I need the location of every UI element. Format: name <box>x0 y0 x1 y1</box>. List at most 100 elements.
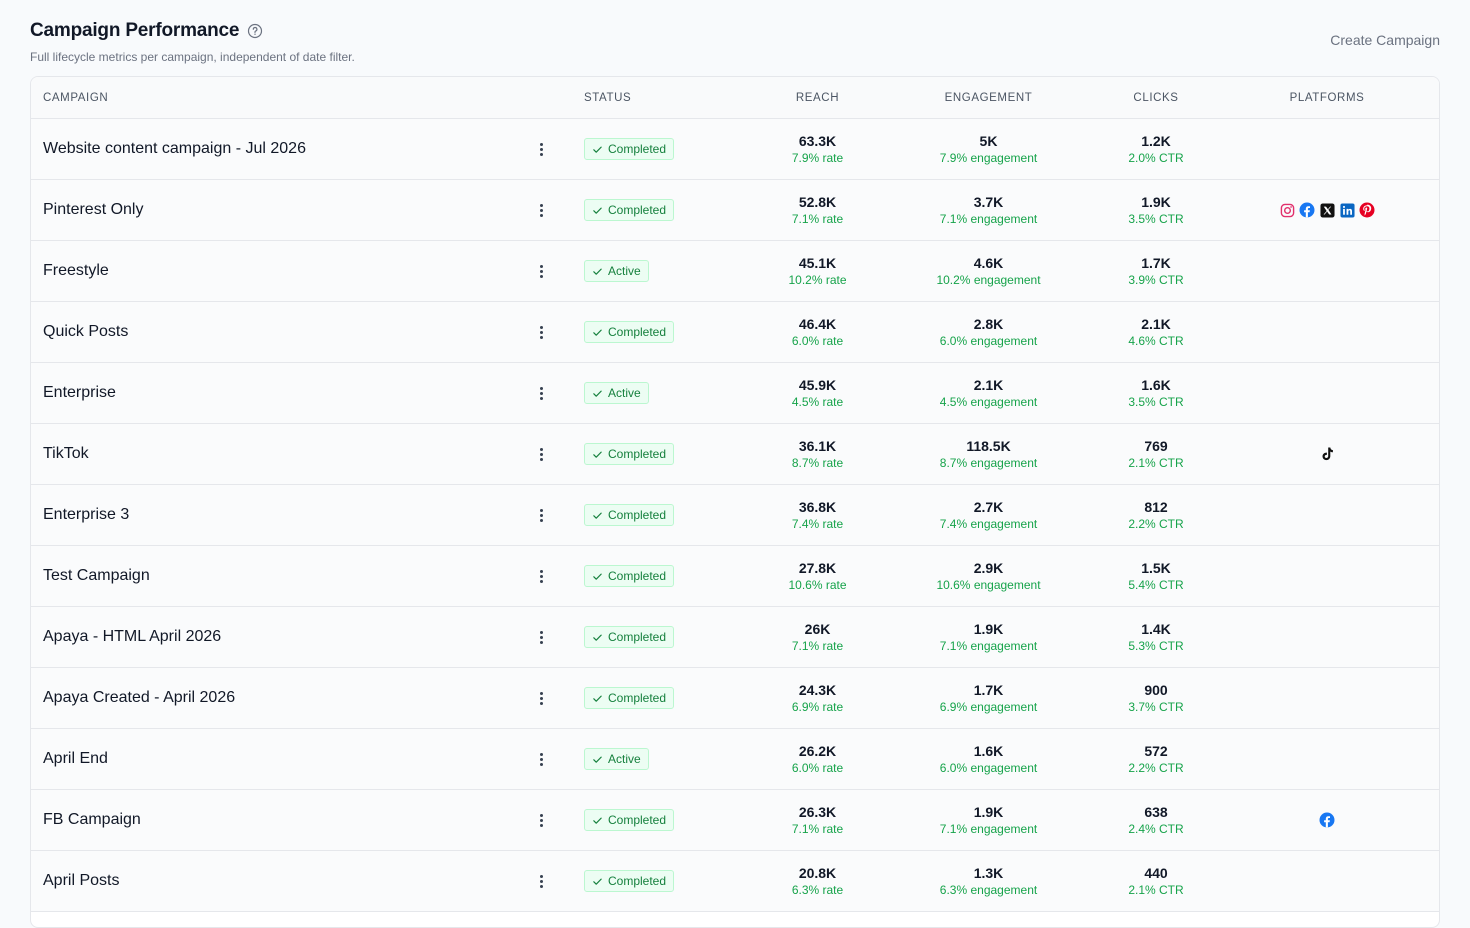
campaign-name[interactable]: Apaya Created - April 2026 <box>43 689 235 706</box>
tiktok-icon <box>1319 446 1335 462</box>
column-header-clicks[interactable]: CLICKS <box>1086 92 1226 104</box>
clicks-cell: 1.7K 3.9% CTR <box>1086 254 1226 288</box>
check-icon <box>592 449 603 460</box>
table-row[interactable]: Test Campaign Completed 27.8K 10.6% rate… <box>31 546 1439 607</box>
campaign-name[interactable]: Freestyle <box>43 262 109 279</box>
row-menu-icon[interactable] <box>531 810 551 830</box>
engagement-rate: 7.4% engagement <box>939 517 1038 531</box>
row-menu-icon[interactable] <box>531 871 551 891</box>
engagement-value: 1.3K <box>973 865 1004 881</box>
status-label: Completed <box>608 813 667 827</box>
clicks-ctr: 4.6% CTR <box>1128 334 1184 348</box>
column-header-status[interactable]: STATUS <box>561 92 744 104</box>
table-row[interactable]: April End Active 26.2K 6.0% rate 1.6K 6.… <box>31 729 1439 790</box>
row-menu-icon[interactable] <box>531 444 551 464</box>
engagement-rate: 6.0% engagement <box>939 761 1038 775</box>
status-label: Active <box>608 264 641 278</box>
clicks-ctr: 2.1% CTR <box>1128 456 1184 470</box>
reach-cell: 26.2K 6.0% rate <box>744 742 891 776</box>
row-menu-icon[interactable] <box>531 688 551 708</box>
engagement-cell: 1.9K 7.1% engagement <box>891 620 1086 654</box>
campaign-name[interactable]: Apaya - HTML April 2026 <box>43 628 221 645</box>
check-icon <box>592 754 603 765</box>
status-label: Completed <box>608 691 667 705</box>
campaign-name[interactable]: TikTok <box>43 445 89 462</box>
status-badge: Completed <box>584 504 675 526</box>
status-label: Completed <box>608 508 667 522</box>
reach-value: 46.4K <box>798 316 837 332</box>
column-header-platforms[interactable]: PLATFORMS <box>1226 92 1428 104</box>
check-icon <box>592 815 603 826</box>
clicks-value: 900 <box>1144 682 1168 698</box>
help-icon[interactable] <box>247 23 263 39</box>
create-campaign-button[interactable]: Create Campaign <box>1330 32 1440 48</box>
clicks-value: 1.6K <box>1141 377 1171 393</box>
check-icon <box>592 693 603 704</box>
reach-value: 45.9K <box>798 377 837 393</box>
reach-rate: 7.9% rate <box>791 151 844 165</box>
row-menu-icon[interactable] <box>531 383 551 403</box>
table-row[interactable]: April Posts Completed 20.8K 6.3% rate 1.… <box>31 851 1439 912</box>
row-menu-icon[interactable] <box>531 139 551 159</box>
row-menu-icon[interactable] <box>531 200 551 220</box>
reach-rate: 4.5% rate <box>791 395 844 409</box>
reach-value: 36.8K <box>798 499 837 515</box>
table-row[interactable]: Website content campaign - Jul 2026 Comp… <box>31 119 1439 180</box>
reach-rate: 10.2% rate <box>788 273 847 287</box>
status-label: Completed <box>608 630 667 644</box>
campaign-name[interactable]: FB Campaign <box>43 811 141 828</box>
campaign-name[interactable]: Enterprise 3 <box>43 506 129 523</box>
table-row[interactable]: Freestyle Active 45.1K 10.2% rate 4.6K 1… <box>31 241 1439 302</box>
pinterest-icon <box>1359 202 1375 218</box>
reach-rate: 7.4% rate <box>791 517 844 531</box>
check-icon <box>592 571 603 582</box>
engagement-cell: 1.7K 6.9% engagement <box>891 681 1086 715</box>
row-menu-icon[interactable] <box>531 749 551 769</box>
reach-cell: 36.1K 8.7% rate <box>744 437 891 471</box>
column-header-campaign[interactable]: CAMPAIGN <box>31 92 521 104</box>
row-menu-icon[interactable] <box>531 627 551 647</box>
clicks-value: 440 <box>1144 865 1168 881</box>
campaign-name[interactable]: April Posts <box>43 872 119 889</box>
engagement-cell: 2.1K 4.5% engagement <box>891 376 1086 410</box>
campaign-name[interactable]: April End <box>43 750 108 767</box>
check-icon <box>592 510 603 521</box>
clicks-ctr: 2.4% CTR <box>1128 822 1184 836</box>
row-menu-icon[interactable] <box>531 261 551 281</box>
status-badge: Active <box>584 260 649 282</box>
clicks-ctr: 3.7% CTR <box>1128 700 1184 714</box>
row-menu-icon[interactable] <box>531 566 551 586</box>
table-row[interactable]: Quick Posts Completed 46.4K 6.0% rate 2.… <box>31 302 1439 363</box>
status-label: Completed <box>608 447 667 461</box>
campaign-name[interactable]: Pinterest Only <box>43 201 143 218</box>
campaign-name[interactable]: Website content campaign - Jul 2026 <box>43 140 306 157</box>
reach-value: 26.2K <box>798 743 837 759</box>
reach-rate: 10.6% rate <box>788 578 847 592</box>
clicks-ctr: 2.1% CTR <box>1128 883 1184 897</box>
engagement-cell: 2.9K 10.6% engagement <box>891 559 1086 593</box>
campaign-name[interactable]: Test Campaign <box>43 567 150 584</box>
clicks-value: 1.5K <box>1141 560 1171 576</box>
column-header-reach[interactable]: REACH <box>744 92 891 104</box>
table-body: Website content campaign - Jul 2026 Comp… <box>31 119 1439 912</box>
campaign-name[interactable]: Quick Posts <box>43 323 128 340</box>
table-row[interactable]: Enterprise 3 Completed 36.8K 7.4% rate 2… <box>31 485 1439 546</box>
campaign-name[interactable]: Enterprise <box>43 384 116 401</box>
check-icon <box>592 388 603 399</box>
engagement-rate: 10.6% engagement <box>936 578 1041 592</box>
table-row[interactable]: TikTok Completed 36.1K 8.7% rate 118.5K … <box>31 424 1439 485</box>
reach-rate: 6.9% rate <box>791 700 844 714</box>
table-row[interactable]: Apaya - HTML April 2026 Completed 26K 7.… <box>31 607 1439 668</box>
platforms-cell <box>1226 812 1428 828</box>
reach-cell: 45.9K 4.5% rate <box>744 376 891 410</box>
reach-cell: 26.3K 7.1% rate <box>744 803 891 837</box>
table-row[interactable]: FB Campaign Completed 26.3K 7.1% rate 1.… <box>31 790 1439 851</box>
table-row[interactable]: Pinterest Only Completed 52.8K 7.1% rate… <box>31 180 1439 241</box>
row-menu-icon[interactable] <box>531 322 551 342</box>
table-row[interactable]: Apaya Created - April 2026 Completed 24.… <box>31 668 1439 729</box>
row-menu-icon[interactable] <box>531 505 551 525</box>
reach-rate: 7.1% rate <box>791 639 844 653</box>
column-header-engagement[interactable]: ENGAGEMENT <box>891 92 1086 104</box>
instagram-icon <box>1279 202 1295 218</box>
table-row[interactable]: Enterprise Active 45.9K 4.5% rate 2.1K 4… <box>31 363 1439 424</box>
